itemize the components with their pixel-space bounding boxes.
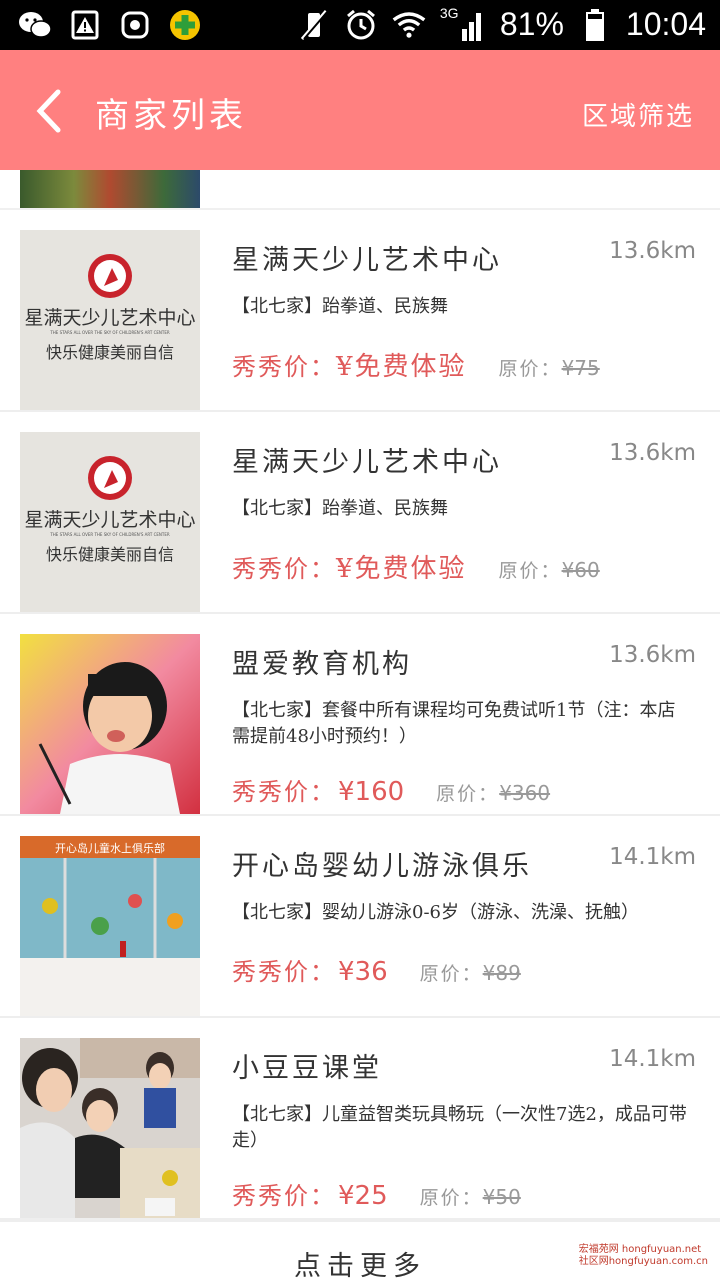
alarm-icon <box>344 8 378 42</box>
merchant-item[interactable]: 小豆豆课堂 14.1km 【北七家】儿童益智类玩具畅玩（一次性7选2，成品可带走… <box>0 1018 720 1220</box>
merchant-distance: 13.6km <box>609 440 696 466</box>
merchant-item[interactable]: 开心岛儿童水上俱乐部 开心岛婴幼儿游泳俱乐 14.1km 【北七家】婴幼儿游泳0… <box>0 816 720 1018</box>
swim-club-storefront: 开心岛儿童水上俱乐部 <box>20 836 200 1016</box>
svg-text:THE STARS ALL OVER THE SKY OF: THE STARS ALL OVER THE SKY OF CHILDREN'S… <box>49 330 170 335</box>
merchant-description: 【北七家】儿童益智类玩具畅玩（一次性7选2，成品可带走） <box>232 1104 687 1151</box>
price-row: 秀秀价： ¥25 原价： ¥50 <box>232 1176 521 1211</box>
network-type-label: 3G <box>439 4 459 21</box>
merchant-name: 星满天少儿艺术中心 <box>232 447 502 478</box>
merchant-item[interactable]: 星满天少儿艺术中心 THE STARS ALL OVER THE SKY OF … <box>0 412 720 614</box>
merchant-name: 盟爱教育机构 <box>232 649 412 680</box>
price-label: 秀秀价： <box>232 778 336 806</box>
wifi-icon <box>392 8 426 42</box>
art-center-logo: 星满天少儿艺术中心 THE STARS ALL OVER THE SKY OF … <box>20 432 200 612</box>
kids-playing-photo <box>20 1038 200 1218</box>
svg-text:星满天少儿艺术中心: 星满天少儿艺术中心 <box>24 509 195 531</box>
svg-text:快乐健康美丽自信: 快乐健康美丽自信 <box>46 343 174 362</box>
app-icon <box>118 8 152 42</box>
warning-icon <box>68 8 102 42</box>
plus-app-icon <box>168 8 202 42</box>
wechat-icon <box>18 8 52 42</box>
price-value: ¥160 <box>338 777 405 807</box>
watermark-line2: 社区网hongfuyuan.com.cn <box>578 1256 708 1267</box>
merchant-thumbnail: 开心岛儿童水上俱乐部 <box>20 836 200 1016</box>
merchant-distance: 13.6km <box>609 238 696 264</box>
watermark: 宏福苑网 hongfuyuan.net 社区网hongfuyuan.com.cn <box>579 1244 708 1268</box>
price-value: ¥免费体验 <box>336 352 467 382</box>
merchant-distance: 13.6km <box>609 642 696 668</box>
svg-text:开心岛儿童水上俱乐部: 开心岛儿童水上俱乐部 <box>55 841 165 855</box>
child-painting-photo <box>20 634 200 814</box>
page-title: 商家列表 <box>95 96 247 136</box>
original-price-label: 原价： <box>419 1187 483 1209</box>
price-value: ¥25 <box>338 1181 388 1211</box>
battery-icon <box>578 8 612 42</box>
area-filter-button[interactable]: 区域筛选 <box>582 96 694 133</box>
svg-text:星满天少儿艺术中心: 星满天少儿艺术中心 <box>24 307 195 329</box>
merchant-description: 【北七家】婴幼儿游泳0-6岁（游泳、洗澡、抚触） <box>232 902 639 923</box>
merchant-distance: 14.1km <box>609 844 696 870</box>
original-price: ¥50 <box>482 1185 521 1209</box>
original-price-label: 原价： <box>498 358 562 380</box>
list-item-partial[interactable] <box>0 170 720 210</box>
app-header: 商家列表 区域筛选 <box>0 50 720 170</box>
merchant-description: 【北七家】跆拳道、民族舞 <box>232 296 448 317</box>
price-row: 秀秀价： ¥免费体验 原价： ¥60 <box>232 548 600 585</box>
clock: 10:04 <box>625 6 706 42</box>
merchant-item[interactable]: 星满天少儿艺术中心 THE STARS ALL OVER THE SKY OF … <box>0 210 720 412</box>
price-value: ¥免费体验 <box>336 554 467 584</box>
merchant-name: 开心岛婴幼儿游泳俱乐 <box>232 851 532 882</box>
status-bar: 3G 81% 10:04 <box>0 0 720 50</box>
svg-text:THE STARS ALL OVER THE SKY OF: THE STARS ALL OVER THE SKY OF CHILDREN'S… <box>49 532 170 537</box>
price-value: ¥36 <box>338 957 388 987</box>
merchant-thumbnail: 星满天少儿艺术中心 THE STARS ALL OVER THE SKY OF … <box>20 230 200 410</box>
merchant-name: 星满天少儿艺术中心 <box>232 245 502 276</box>
price-label: 秀秀价： <box>232 353 336 381</box>
price-label: 秀秀价： <box>232 555 336 583</box>
price-label: 秀秀价： <box>232 958 336 986</box>
battery-percent: 81% <box>499 6 564 42</box>
original-price: ¥89 <box>482 961 521 985</box>
back-button[interactable] <box>30 86 70 136</box>
merchant-name: 小豆豆课堂 <box>232 1053 382 1084</box>
price-row: 秀秀价： ¥160 原价： ¥360 <box>232 772 550 807</box>
original-price: ¥360 <box>499 781 551 805</box>
merchant-list[interactable]: 星满天少儿艺术中心 THE STARS ALL OVER THE SKY OF … <box>0 170 720 1220</box>
merchant-thumbnail <box>20 170 200 208</box>
original-price-label: 原价： <box>419 963 483 985</box>
mute-icon <box>296 8 330 42</box>
merchant-description: 【北七家】跆拳道、民族舞 <box>232 498 448 519</box>
signal-icon: 3G <box>439 4 486 43</box>
price-label: 秀秀价： <box>232 1182 336 1210</box>
merchant-thumbnail: 星满天少儿艺术中心 THE STARS ALL OVER THE SKY OF … <box>20 432 200 612</box>
original-price: ¥75 <box>561 356 600 380</box>
merchant-description: 【北七家】套餐中所有课程均可免费试听1节（注：本店需提前48小时预约！） <box>232 700 676 747</box>
original-price-label: 原价： <box>498 560 562 582</box>
merchant-thumbnail <box>20 634 200 814</box>
price-row: 秀秀价： ¥36 原价： ¥89 <box>232 952 521 987</box>
chevron-left-icon <box>36 89 61 133</box>
merchant-item[interactable]: 盟爱教育机构 13.6km 【北七家】套餐中所有课程均可免费试听1节（注：本店需… <box>0 614 720 816</box>
price-row: 秀秀价： ¥免费体验 原价： ¥75 <box>232 346 600 383</box>
original-price-label: 原价： <box>436 783 500 805</box>
original-price: ¥60 <box>561 558 600 582</box>
svg-text:快乐健康美丽自信: 快乐健康美丽自信 <box>46 545 174 564</box>
art-center-logo: 星满天少儿艺术中心 THE STARS ALL OVER THE SKY OF … <box>20 230 200 410</box>
merchant-distance: 14.1km <box>609 1046 696 1072</box>
watermark-line1: 宏福苑网 hongfuyuan.net <box>578 1244 702 1255</box>
merchant-thumbnail <box>20 1038 200 1218</box>
